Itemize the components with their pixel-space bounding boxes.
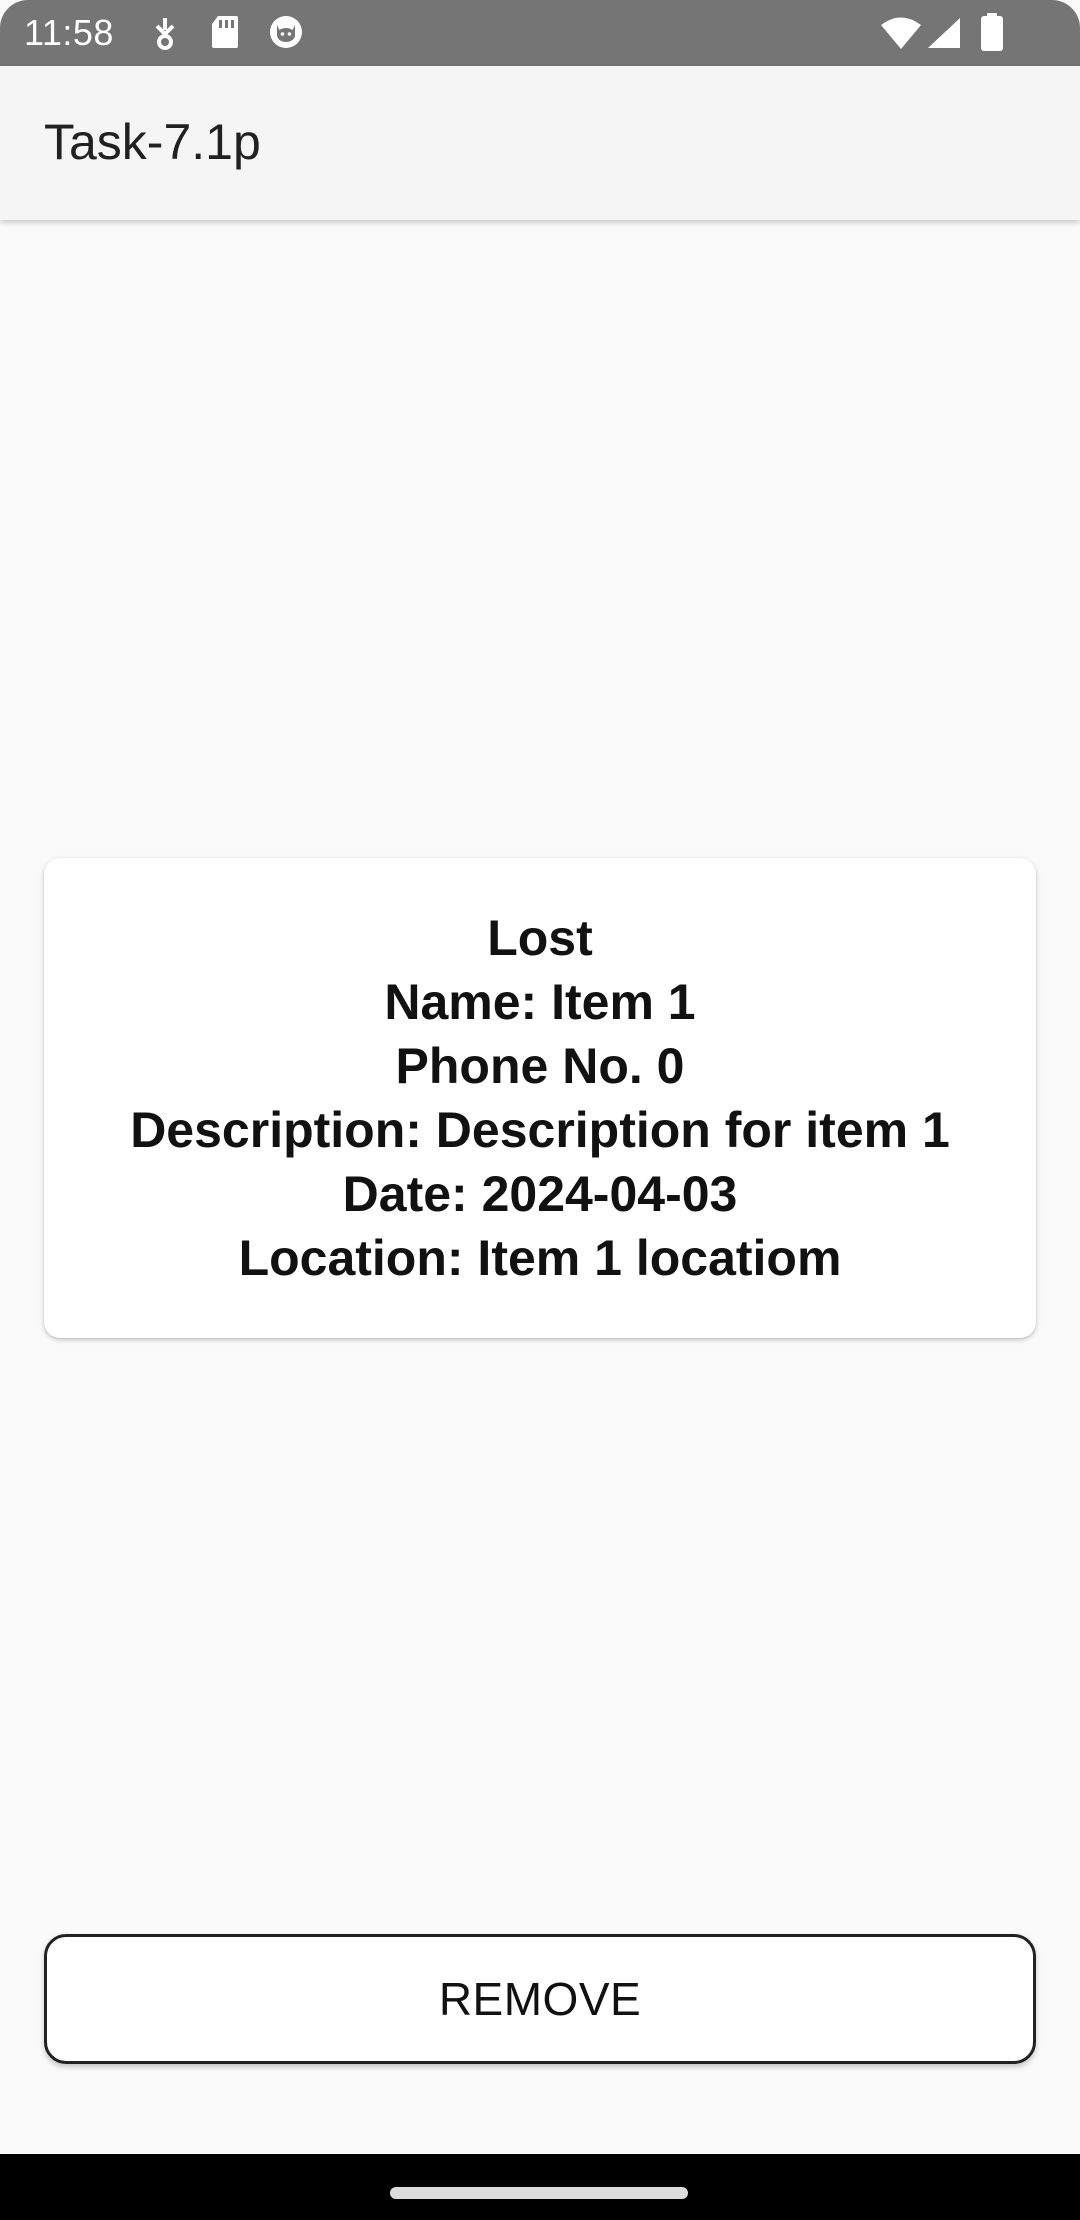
status-time: 11:58 — [24, 12, 114, 53]
home-indicator[interactable] — [390, 2187, 688, 2199]
app-bar: Task-7.1p — [0, 66, 1080, 220]
sd-card-icon — [210, 14, 240, 50]
battery-icon — [980, 12, 1004, 51]
cat-face-icon — [268, 14, 304, 50]
page-title: Task-7.1p — [44, 114, 261, 170]
item-phone: Phone No. 0 — [395, 1038, 685, 1094]
wifi-icon — [880, 16, 922, 52]
remove-button[interactable]: REMOVE — [44, 1934, 1036, 2064]
item-detail-card: Lost Name: Item 1 Phone No. 0 Descriptio… — [44, 858, 1036, 1338]
status-bar: 11:58 — [0, 0, 1080, 66]
item-name: Name: Item 1 — [384, 974, 696, 1030]
item-description: Description: Description for item 1 — [130, 1102, 950, 1158]
item-date: Date: 2024-04-03 — [342, 1166, 738, 1222]
item-status: Lost — [487, 910, 593, 966]
item-location: Location: Item 1 locatiom — [238, 1230, 842, 1286]
cell-signal-icon — [926, 16, 962, 52]
remove-button-label: REMOVE — [438, 1973, 642, 2025]
navigation-bar — [0, 2154, 1080, 2220]
usb-debug-icon — [150, 16, 180, 52]
